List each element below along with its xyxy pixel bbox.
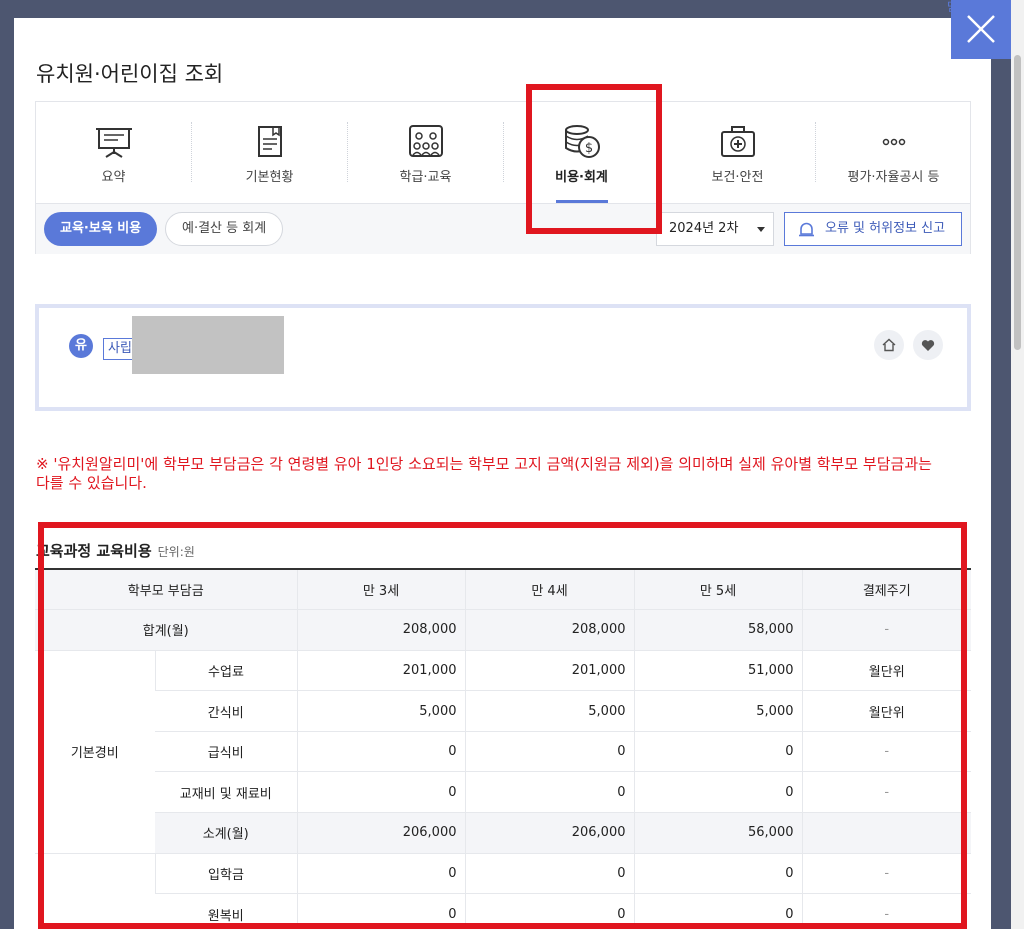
- first-aid-kit-icon: [720, 126, 755, 157]
- modal-title: 유치원·어린이집 조회: [36, 62, 224, 86]
- tab-health-safety-label: 보건·안전: [711, 170, 764, 185]
- subtab-education-cost[interactable]: 교육·보육 비용: [44, 212, 158, 246]
- home-icon: [882, 338, 896, 352]
- tab-basic-status-label: 기본현황: [245, 170, 294, 185]
- favorite-button[interactable]: [913, 330, 943, 360]
- period-select[interactable]: 2024년 2차: [656, 212, 774, 246]
- tab-basic-status[interactable]: 기본현황: [192, 102, 347, 203]
- tab-class-education-label: 학급·교육: [399, 170, 452, 185]
- close-icon: [967, 15, 995, 43]
- institution-card: 유 사립: [35, 304, 971, 411]
- kindergarten-badge: 유: [69, 334, 93, 358]
- more-dots-icon: [882, 138, 905, 146]
- redacted-institution-name: [132, 316, 284, 374]
- scrollbar-thumb[interactable]: [1014, 55, 1021, 350]
- modal-dialog: 유치원·어린이집 조회 요약 기본현황 학급·교육 $ 비용·회계 보건·안전 …: [14, 18, 991, 929]
- notice-text: ※ '유치원알리미'에 학부모 부담금은 각 연령별 유아 1인당 소요되는 학…: [36, 455, 932, 492]
- siren-icon: [799, 222, 814, 237]
- close-button[interactable]: [951, 0, 1011, 59]
- subtab-budget-settlement[interactable]: 예·결산 등 회계: [165, 212, 284, 246]
- category-tabs-panel: 요약 기본현황 학급·교육 $ 비용·회계 보건·안전 평가·자율공시 등 교육…: [35, 101, 971, 254]
- highlight-box-cost-tab: [526, 84, 662, 234]
- document-icon: [257, 126, 282, 157]
- report-error-button[interactable]: 오류 및 허위정보 신고: [784, 212, 962, 246]
- report-error-label: 오류 및 허위정보 신고: [825, 221, 946, 236]
- home-button[interactable]: [874, 330, 904, 360]
- tab-health-safety[interactable]: 보건·안전: [660, 102, 815, 203]
- group-people-icon: [408, 125, 443, 157]
- heart-icon: [921, 340, 935, 351]
- period-select-value: 2024년 2차: [669, 221, 739, 236]
- chevron-down-icon: [757, 227, 765, 232]
- presentation-board-icon: [95, 128, 132, 158]
- tab-class-education[interactable]: 학급·교육: [348, 102, 503, 203]
- tab-summary-label: 요약: [101, 170, 126, 185]
- sub-tab-bar: 교육·보육 비용 예·결산 등 회계 2024년 2차 오류 및 허위정보 신고: [36, 203, 970, 254]
- tab-evaluation-disclosure-label: 평가·자율공시 등: [847, 170, 940, 185]
- highlight-box-cost-table: [38, 522, 967, 929]
- scrollbar[interactable]: [1011, 0, 1024, 929]
- tab-summary[interactable]: 요약: [36, 102, 191, 203]
- tab-evaluation-disclosure[interactable]: 평가·자율공시 등: [816, 102, 971, 203]
- category-tabs: 요약 기본현황 학급·교육 $ 비용·회계 보건·안전 평가·자율공시 등: [36, 102, 970, 203]
